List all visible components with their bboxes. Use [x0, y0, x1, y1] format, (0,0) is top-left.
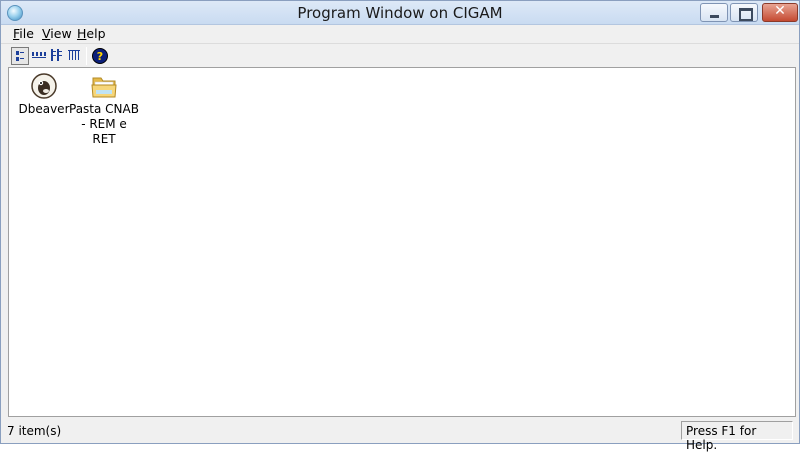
close-icon: ✕ [774, 3, 786, 19]
svg-text:?: ? [97, 50, 103, 63]
list-view-button[interactable] [48, 47, 66, 65]
large-icons-view-icon [16, 51, 24, 61]
help-hint: Press F1 for Help. [681, 421, 793, 452]
toolbar: ? [1, 43, 799, 67]
status-bar: 7 item(s) Press F1 for Help. [1, 419, 799, 452]
minimize-button[interactable] [700, 3, 728, 22]
program-list[interactable]: Dbeaver Pasta CNAB - REM e RET [8, 67, 796, 417]
item-count: 7 item(s) [7, 424, 62, 438]
details-view-button[interactable] [66, 47, 84, 65]
small-icons-view-icon [32, 52, 46, 58]
item-label: Pasta CNAB - REM e RET [69, 102, 139, 146]
large-icons-view-button[interactable] [11, 47, 29, 65]
folder-icon [91, 77, 117, 98]
list-item[interactable]: Pasta CNAB - REM e RET [69, 72, 139, 147]
dbeaver-icon [31, 73, 57, 99]
help-button[interactable]: ? [91, 47, 109, 65]
details-view-icon [68, 50, 80, 60]
maximize-button[interactable] [730, 3, 758, 22]
title-bar[interactable]: Program Window on CIGAM ✕ [1, 1, 799, 25]
program-window: Program Window on CIGAM ✕ File View Help [0, 0, 800, 452]
toolbar-separator [86, 47, 87, 65]
menu-file[interactable]: File [13, 26, 34, 41]
menu-bar: File View Help [1, 25, 799, 43]
close-button[interactable]: ✕ [762, 3, 798, 22]
help-icon: ? [92, 48, 108, 64]
menu-help[interactable]: Help [77, 26, 106, 41]
list-view-icon [51, 49, 62, 61]
small-icons-view-button[interactable] [30, 47, 48, 65]
window-title: Program Window on CIGAM [297, 4, 503, 22]
menu-view[interactable]: View [42, 26, 72, 41]
